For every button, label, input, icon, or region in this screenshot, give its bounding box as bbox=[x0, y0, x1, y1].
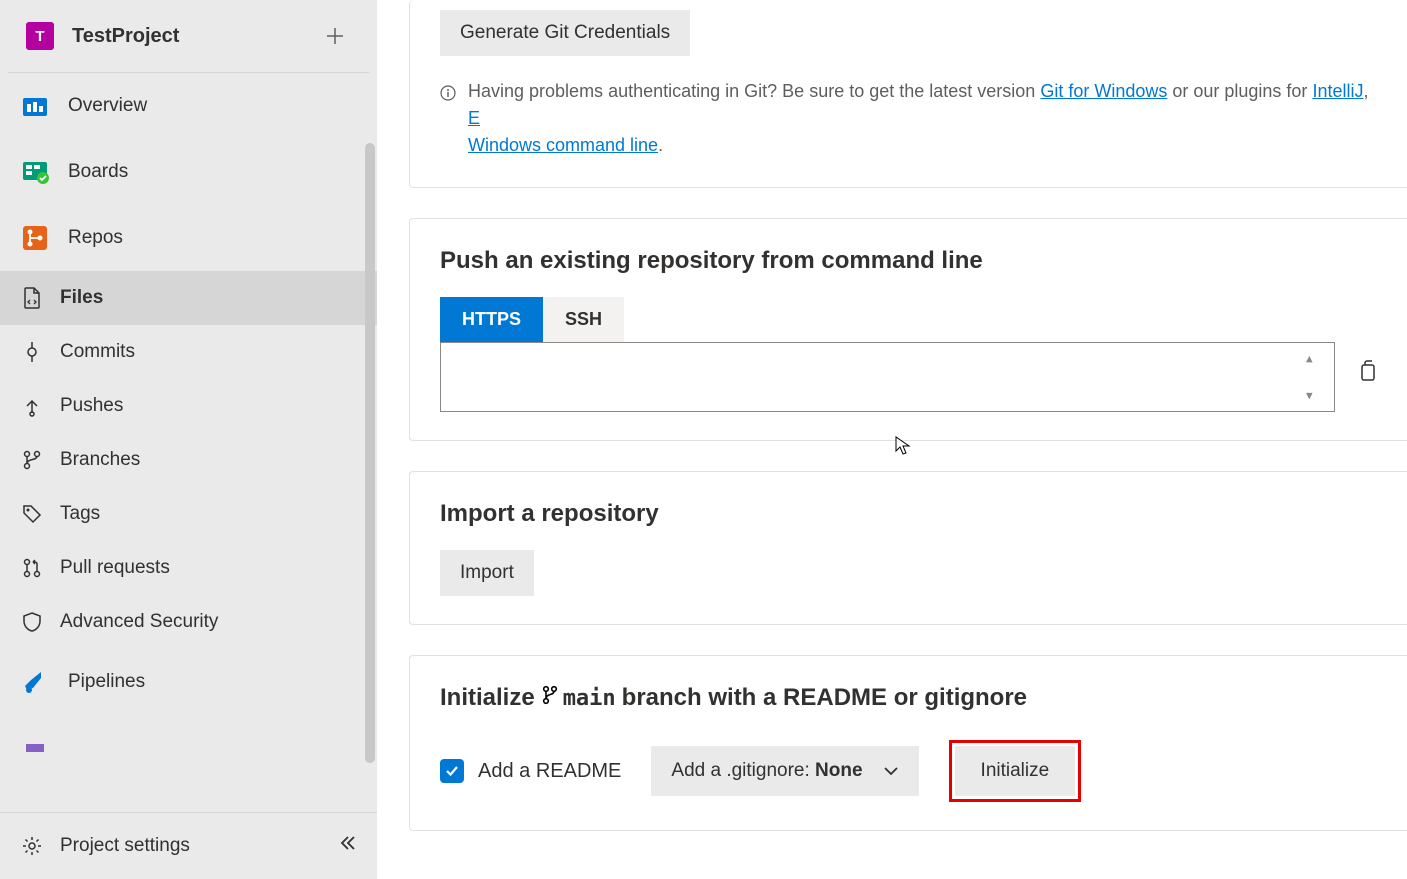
link-eclipse[interactable]: E bbox=[468, 108, 480, 128]
branches-icon bbox=[20, 448, 44, 472]
code-scrollbar[interactable]: ▲ ▼ bbox=[1306, 353, 1320, 401]
pushes-icon bbox=[20, 394, 44, 418]
commits-icon bbox=[20, 340, 44, 364]
auth-info: Having problems authenticating in Git? B… bbox=[440, 78, 1377, 159]
push-title: Push an existing repository from command… bbox=[440, 247, 1377, 275]
copy-button[interactable] bbox=[1357, 360, 1377, 385]
nav-advanced-security[interactable]: Advanced Security bbox=[0, 595, 377, 649]
project-name[interactable]: TestProject bbox=[72, 25, 319, 48]
add-project-button[interactable] bbox=[319, 20, 351, 52]
scrollbar-thumb[interactable] bbox=[365, 143, 375, 763]
nav-pipelines[interactable]: Pipelines bbox=[0, 649, 377, 715]
nav-pull-requests[interactable]: Pull requests bbox=[0, 541, 377, 595]
import-card: Import a repository Import bbox=[409, 471, 1407, 625]
gear-icon bbox=[20, 831, 44, 861]
pipelines-icon bbox=[20, 667, 50, 697]
initialize-highlight: Initialize bbox=[949, 740, 1082, 802]
nav-label: Pull requests bbox=[60, 557, 170, 579]
nav-pushes[interactable]: Pushes bbox=[0, 379, 377, 433]
sidebar-header: T TestProject bbox=[8, 0, 369, 73]
nav-branches[interactable]: Branches bbox=[0, 433, 377, 487]
overview-icon bbox=[20, 91, 50, 121]
nav-label: Advanced Security bbox=[60, 611, 218, 633]
info-text-part: , bbox=[1363, 81, 1368, 101]
chevron-down-icon bbox=[883, 766, 899, 776]
nav-label: Commits bbox=[60, 341, 135, 363]
nav-label: Overview bbox=[68, 95, 147, 117]
link-git-for-windows[interactable]: Git for Windows bbox=[1040, 81, 1167, 101]
scroll-up-arrow[interactable]: ▲ bbox=[1306, 353, 1320, 364]
repos-icon bbox=[20, 223, 50, 253]
info-text-part: . bbox=[658, 135, 663, 155]
tags-icon bbox=[20, 502, 44, 526]
branch-name: main bbox=[563, 686, 616, 711]
branch-chip: main bbox=[541, 685, 616, 711]
push-card: Push an existing repository from command… bbox=[409, 218, 1407, 441]
footer-label: Project settings bbox=[60, 835, 190, 857]
tab-ssh[interactable]: SSH bbox=[543, 297, 624, 342]
copy-icon bbox=[1357, 360, 1377, 382]
main-content: Generate Git Credentials Having problems… bbox=[377, 0, 1407, 879]
nav-label: Pushes bbox=[60, 395, 123, 417]
gitignore-value: None bbox=[815, 760, 863, 781]
push-commands-box[interactable]: ▲ ▼ bbox=[440, 342, 1335, 412]
initialize-options-row: Add a README Add a .gitignore: None Init… bbox=[440, 740, 1377, 802]
init-title-prefix: Initialize bbox=[440, 684, 535, 712]
shield-icon bbox=[20, 610, 44, 634]
protocol-tabs: HTTPS SSH bbox=[440, 297, 1377, 342]
scroll-down-arrow[interactable]: ▼ bbox=[1306, 390, 1320, 401]
initialize-button[interactable]: Initialize bbox=[955, 746, 1076, 796]
nav-label: Tags bbox=[60, 503, 100, 525]
initialize-title: Initialize main branch with a README or … bbox=[440, 684, 1377, 712]
project-avatar: T bbox=[26, 22, 54, 50]
nav-files[interactable]: Files bbox=[0, 271, 377, 325]
files-icon bbox=[20, 286, 44, 310]
pull-requests-icon bbox=[20, 556, 44, 580]
gitignore-prefix: Add a .gitignore: bbox=[671, 760, 815, 781]
sidebar-nav: Overview Boards Repos Files bbox=[0, 73, 377, 812]
nav-label: Files bbox=[60, 287, 103, 309]
readme-checkbox[interactable] bbox=[440, 759, 464, 783]
readme-label: Add a README bbox=[478, 760, 621, 783]
sidebar-footer[interactable]: Project settings bbox=[0, 812, 377, 879]
push-commands-text bbox=[455, 353, 1306, 401]
generate-credentials-button[interactable]: Generate Git Credentials bbox=[440, 10, 690, 56]
nav-label: Pipelines bbox=[68, 671, 145, 693]
import-button[interactable]: Import bbox=[440, 550, 534, 596]
sidebar-scrollbar[interactable] bbox=[365, 143, 377, 763]
branch-icon bbox=[541, 685, 559, 711]
nav-label: Boards bbox=[68, 161, 128, 183]
nav-overview[interactable]: Overview bbox=[0, 73, 377, 139]
auth-info-text: Having problems authenticating in Git? B… bbox=[468, 78, 1377, 159]
nav-repos[interactable]: Repos bbox=[0, 205, 377, 271]
collapse-sidebar-button[interactable] bbox=[339, 834, 357, 858]
sidebar: T TestProject Overview Boards bbox=[0, 0, 377, 879]
link-windows-command-line[interactable]: Windows command line bbox=[468, 135, 658, 155]
nav-commits[interactable]: Commits bbox=[0, 325, 377, 379]
plus-icon bbox=[326, 27, 344, 45]
nav-label: Branches bbox=[60, 449, 140, 471]
info-text-part: or our plugins for bbox=[1167, 81, 1312, 101]
nav-boards[interactable]: Boards bbox=[0, 139, 377, 205]
initialize-card: Initialize main branch with a README or … bbox=[409, 655, 1407, 831]
artifacts-icon bbox=[20, 733, 50, 763]
credentials-card: Generate Git Credentials Having problems… bbox=[409, 0, 1407, 188]
gitignore-dropdown[interactable]: Add a .gitignore: None bbox=[651, 746, 918, 796]
check-icon bbox=[445, 764, 459, 778]
nav-item-partial[interactable] bbox=[0, 715, 377, 763]
nav-label: Repos bbox=[68, 227, 123, 249]
init-title-suffix: branch with a README or gitignore bbox=[622, 684, 1027, 712]
tab-https[interactable]: HTTPS bbox=[440, 297, 543, 342]
link-intellij[interactable]: IntelliJ bbox=[1312, 81, 1363, 101]
info-text-part: Having problems authenticating in Git? B… bbox=[468, 81, 1040, 101]
import-title: Import a repository bbox=[440, 500, 1377, 528]
boards-icon bbox=[20, 157, 50, 187]
nav-tags[interactable]: Tags bbox=[0, 487, 377, 541]
info-icon bbox=[440, 82, 456, 109]
